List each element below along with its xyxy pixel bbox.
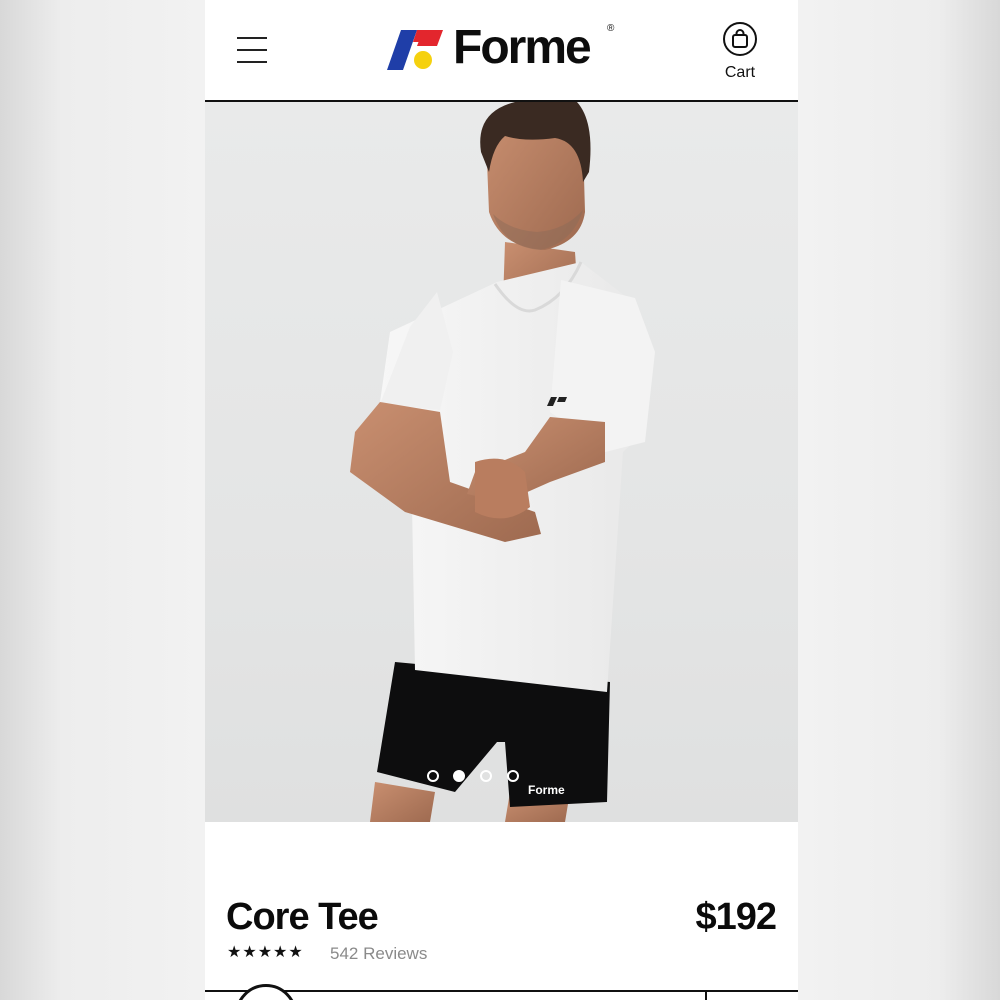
brand-name: Forme <box>453 21 592 74</box>
carousel-dot-2[interactable] <box>453 770 465 782</box>
left-backdrop <box>0 0 205 1000</box>
hamburger-menu-icon[interactable] <box>237 35 271 65</box>
carousel-dot-4[interactable] <box>507 770 519 782</box>
product-price: $192 <box>695 896 777 938</box>
shopping-bag-icon <box>732 29 748 48</box>
product-image[interactable]: Forme <box>205 102 798 822</box>
cart-label: Cart <box>724 64 756 81</box>
option-swatch-icon[interactable] <box>235 984 297 1000</box>
carousel-dots <box>425 770 525 786</box>
forme-logo-icon <box>387 30 443 70</box>
brand-logo[interactable]: Forme ® <box>387 21 617 76</box>
registered-mark: ® <box>607 23 615 34</box>
carousel-dot-3[interactable] <box>480 770 492 782</box>
cart-button[interactable]: Cart <box>717 20 763 84</box>
model-photo: Forme <box>350 102 655 822</box>
tab-divider <box>705 992 707 1000</box>
section-divider <box>205 990 798 992</box>
site-header: Forme ® Cart <box>205 0 798 102</box>
right-backdrop <box>798 0 1000 1000</box>
shorts-logo-text: Forme <box>528 783 565 797</box>
product-info: Core Tee $192 ★★★★★ 542 Reviews <box>205 822 798 1000</box>
star-rating-icon: ★★★★★ <box>227 944 304 961</box>
carousel-dot-1[interactable] <box>427 770 439 782</box>
reviews-link[interactable]: 542 Reviews <box>330 944 427 964</box>
product-page: Forme ® Cart Forme Core Tee $192 ★★★★★ 5… <box>205 0 798 1000</box>
product-title: Core Tee <box>226 896 379 938</box>
